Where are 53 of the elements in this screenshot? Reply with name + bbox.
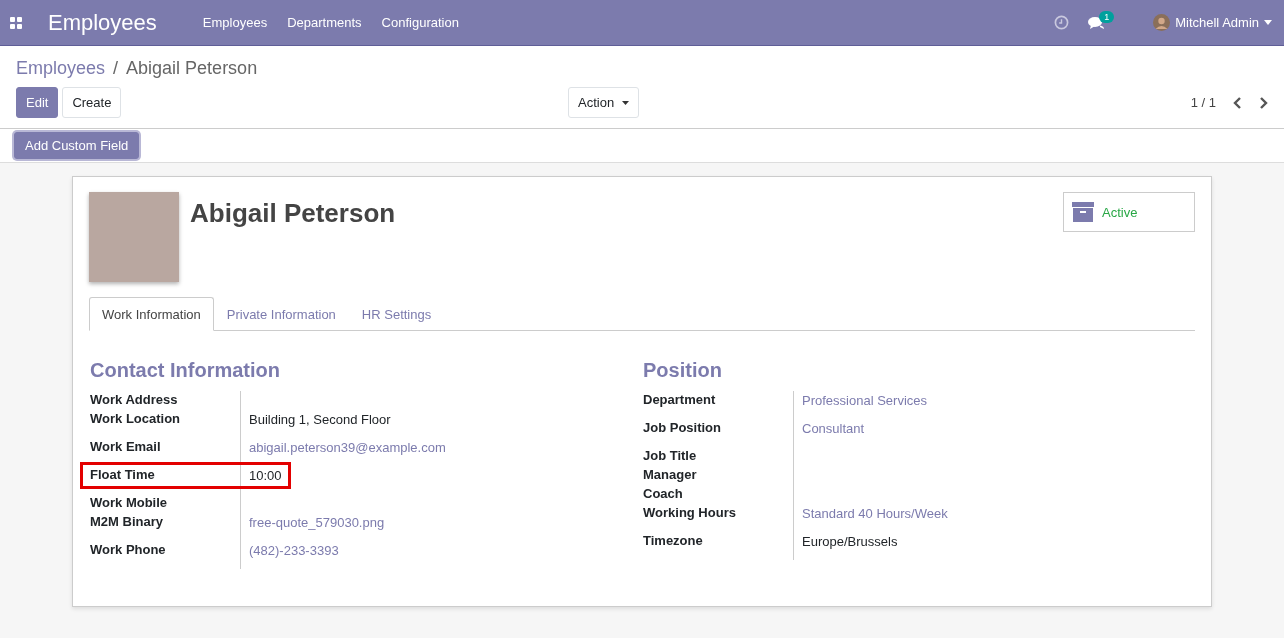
archive-box-icon <box>1072 202 1094 222</box>
menu-item[interactable]: Departments <box>287 15 362 30</box>
edit-button[interactable]: Edit <box>16 87 59 118</box>
apps-menu-icon[interactable] <box>10 16 22 29</box>
caret-icon <box>1264 20 1272 25</box>
field-label: Work Email <box>90 438 162 456</box>
field-value: 10:00 <box>249 468 282 483</box>
tab[interactable]: HR Settings <box>348 297 445 331</box>
field-label: Coach <box>643 485 684 503</box>
field-link[interactable]: Professional Services <box>802 393 927 408</box>
user-menu[interactable]: Mitchell Admin <box>1153 14 1272 31</box>
clock-icon[interactable] <box>1054 15 1070 30</box>
breadcrumb-link[interactable]: Employees <box>16 58 106 79</box>
field-label: M2M Binary <box>90 513 164 531</box>
field-link[interactable]: (482)-233-3393 <box>249 543 339 558</box>
tab[interactable]: Work Information <box>89 297 214 331</box>
create-button[interactable]: Create <box>62 87 122 118</box>
active-toggle-button[interactable]: Active <box>1063 192 1195 232</box>
chat-icon[interactable] <box>1088 15 1106 30</box>
field-label: Float Time <box>90 466 156 484</box>
section-title: Position <box>643 359 723 382</box>
field-label: Working Hours <box>643 504 737 522</box>
field-value: Europe/Brussels <box>802 534 898 549</box>
field-label: Job Position <box>643 419 722 437</box>
user-avatar-icon <box>1153 14 1171 31</box>
app-title: Employees <box>48 9 157 36</box>
breadcrumb-separator: / <box>113 58 119 79</box>
employee-name: Abigail Peterson <box>190 198 396 229</box>
field-link[interactable]: Standard 40 Hours/Week <box>802 506 948 521</box>
previous-icon[interactable] <box>1233 96 1242 109</box>
message-count-badge: 1 <box>1099 10 1115 23</box>
menu-item[interactable]: Employees <box>202 15 268 30</box>
add-custom-field-button[interactable]: Add Custom Field <box>14 132 140 159</box>
caret-icon <box>622 100 630 105</box>
field-label: Department <box>643 391 717 409</box>
field-label: Work Phone <box>90 541 167 559</box>
tab[interactable]: Private Information <box>213 297 349 331</box>
breadcrumb-current: Abigail Peterson <box>126 58 258 79</box>
field-label: Work Location <box>90 410 182 428</box>
field-label: Work Mobile <box>90 494 169 512</box>
field-link[interactable]: Consultant <box>802 421 865 436</box>
next-icon[interactable] <box>1259 96 1268 109</box>
section-title: Contact Information <box>90 359 281 382</box>
field-label: Timezone <box>643 532 704 550</box>
field-link[interactable]: free-quote_579030.png <box>249 515 385 530</box>
menu-item[interactable]: Configuration <box>381 15 459 30</box>
field-label: Work Address <box>90 391 179 409</box>
action-dropdown[interactable]: Action <box>568 87 640 118</box>
field-label: Manager <box>643 466 698 484</box>
field-label: Job Title <box>643 447 698 465</box>
pager-value: 1 / 1 <box>1190 95 1216 110</box>
field-link[interactable]: abigail.peterson39@example.com <box>249 440 446 455</box>
field-value: Building 1, Second Floor <box>249 412 391 427</box>
